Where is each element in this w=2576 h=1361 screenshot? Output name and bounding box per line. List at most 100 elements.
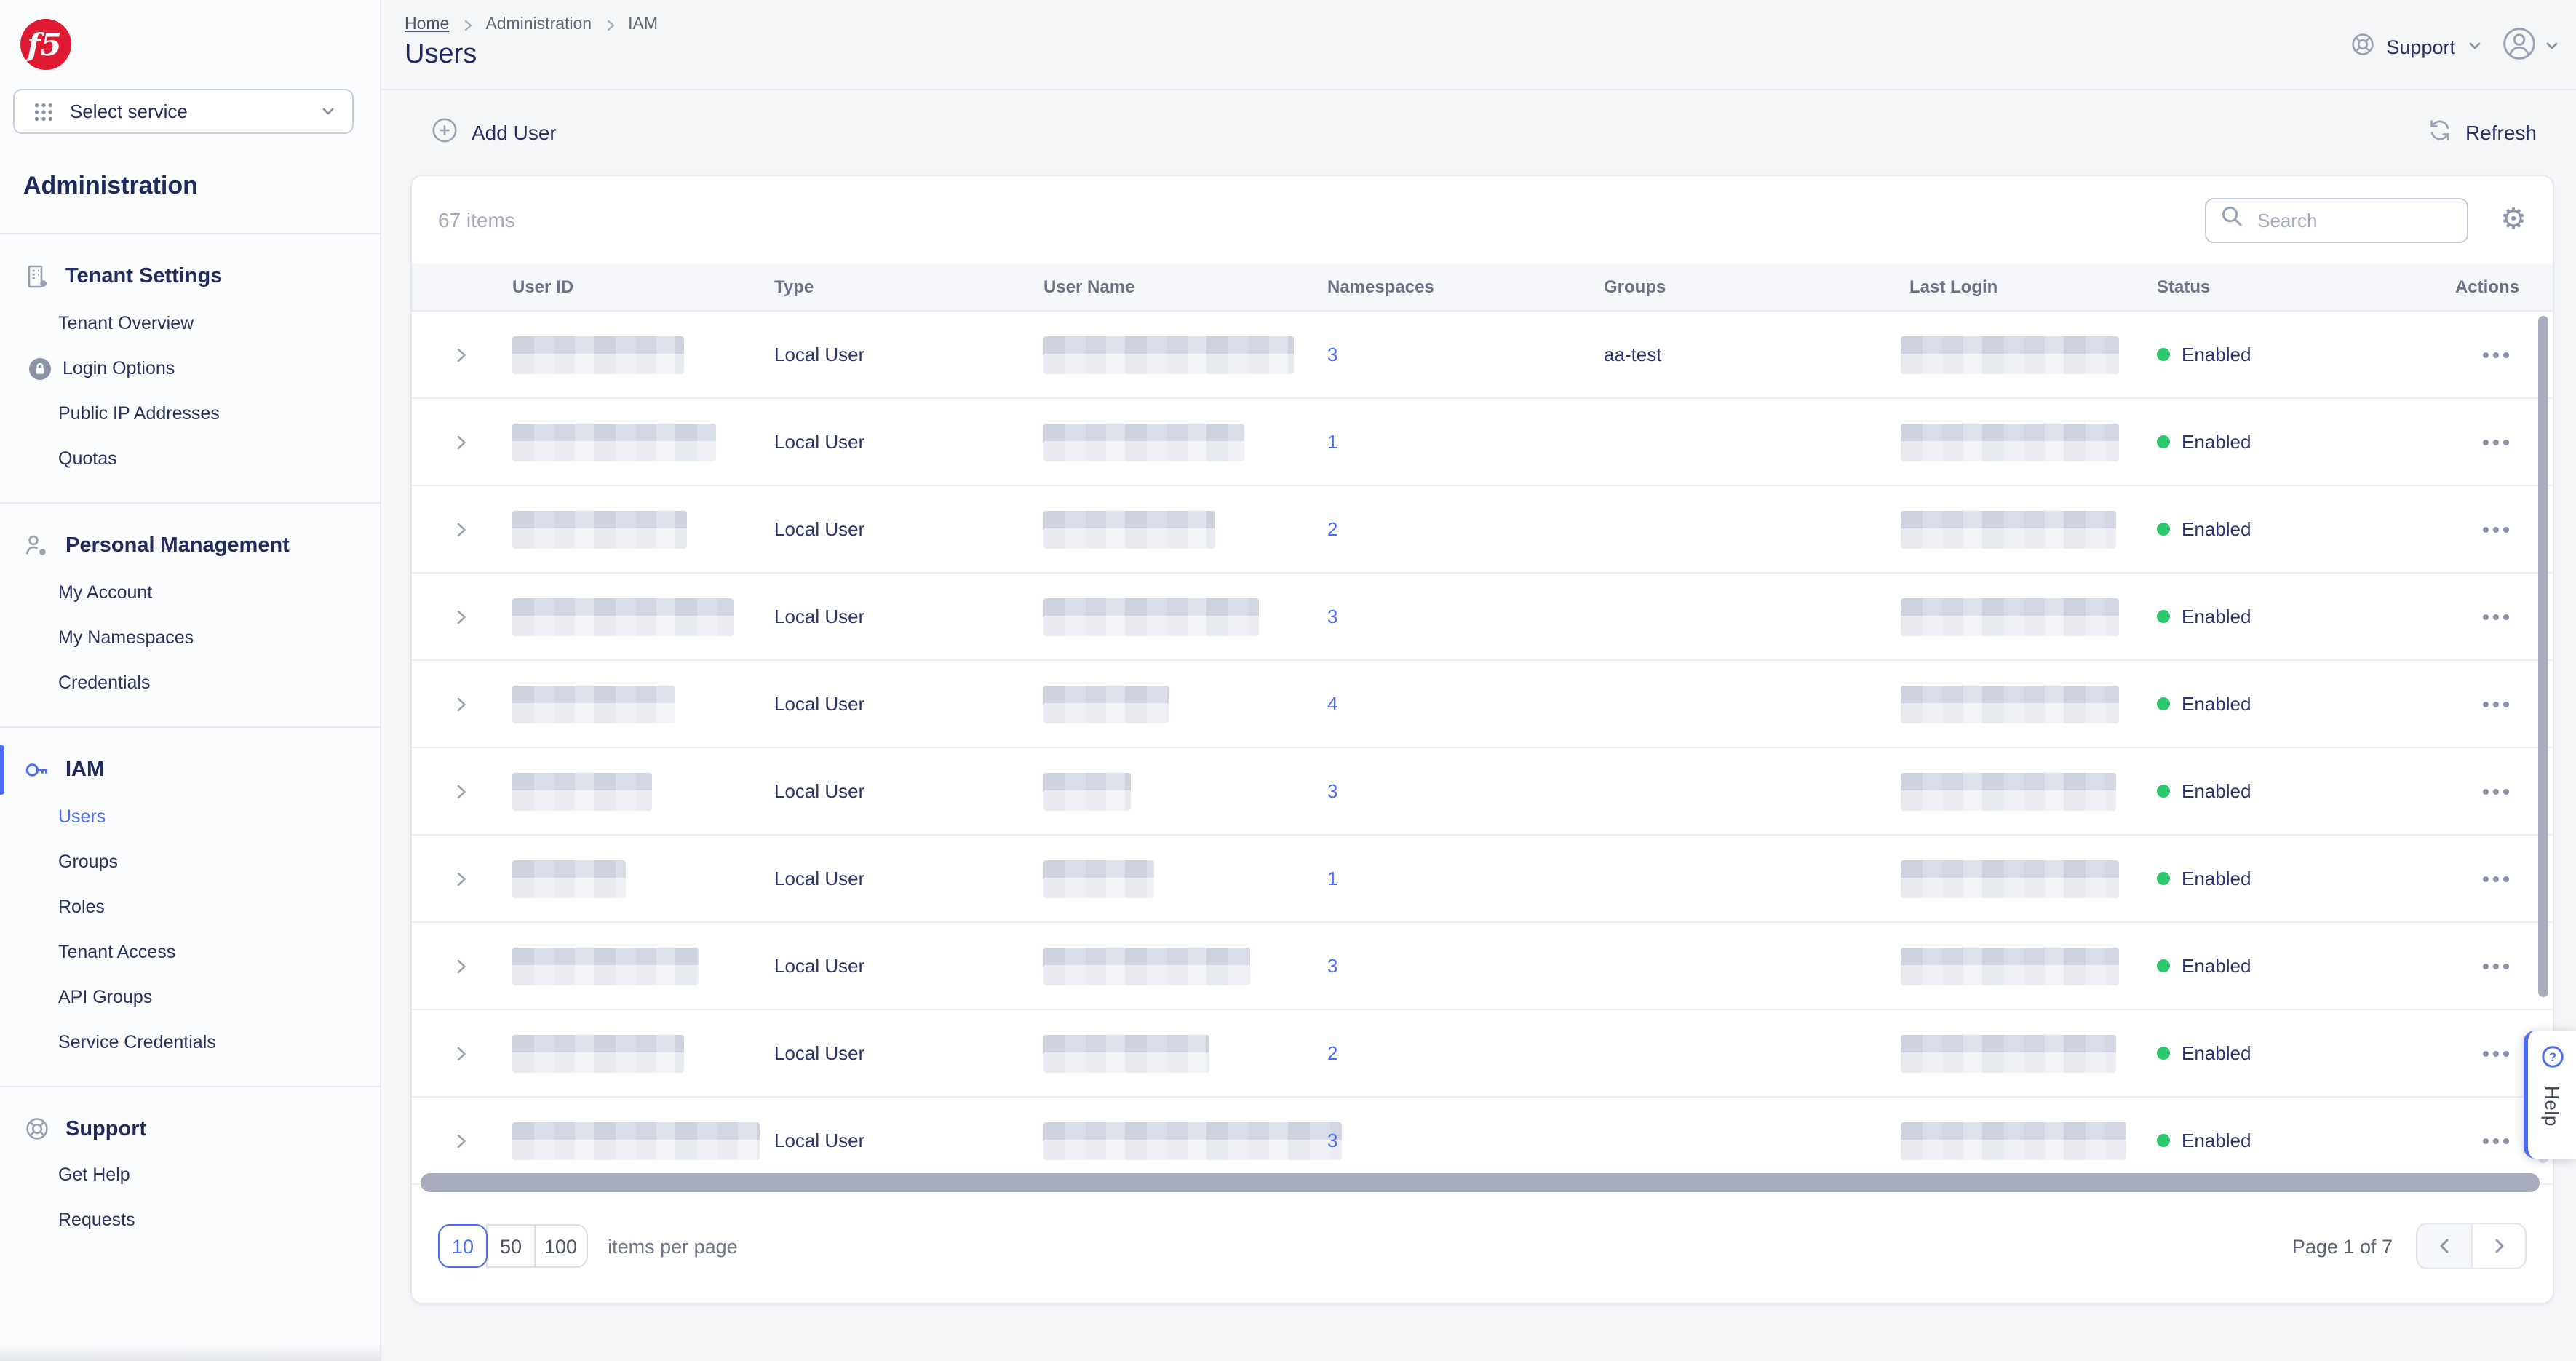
row-actions-button[interactable] — [2388, 526, 2553, 532]
user-id-cell — [489, 598, 751, 635]
sidebar-section-header-tenant-settings[interactable]: Tenant Settings — [0, 252, 380, 301]
horizontal-scrollbar[interactable] — [421, 1173, 2540, 1192]
column-header-last-login[interactable]: Last Login — [1886, 277, 2134, 297]
help-tab[interactable]: ? Help — [2524, 1031, 2576, 1159]
user-name-cell — [1020, 1034, 1304, 1072]
column-header-user-id[interactable]: User ID — [489, 277, 751, 297]
column-header-user-name[interactable]: User Name — [1020, 277, 1304, 297]
row-actions-button[interactable] — [2388, 352, 2553, 357]
row-expander[interactable] — [412, 782, 489, 800]
row-expander[interactable] — [412, 957, 489, 975]
sidebar-item-public-ip-addresses[interactable]: Public IP Addresses — [0, 392, 380, 437]
gear-icon[interactable]: ⚙ — [2500, 205, 2527, 234]
namespaces-link[interactable]: 1 — [1327, 431, 1337, 453]
row-expander[interactable] — [412, 695, 489, 713]
person-gear-icon — [23, 533, 49, 559]
f5-logo[interactable]: f5 — [20, 19, 71, 70]
redacted-last-login — [1901, 860, 2119, 897]
page-header: Home Administration IAM Users Support — [381, 0, 2576, 90]
search-box — [2205, 197, 2469, 242]
redacted-user-name — [1043, 423, 1244, 461]
sidebar-item-quotas[interactable]: Quotas — [0, 437, 380, 482]
namespaces-link[interactable]: 3 — [1327, 344, 1337, 365]
namespaces-link[interactable]: 1 — [1327, 868, 1337, 889]
breadcrumb-item-home[interactable]: Home — [405, 16, 449, 33]
sidebar-item-users[interactable]: Users — [0, 795, 380, 840]
redacted-last-login — [1901, 510, 2116, 548]
section-label: Tenant Settings — [65, 265, 223, 288]
column-header-actions[interactable]: Actions — [2388, 277, 2553, 297]
row-expander[interactable] — [412, 870, 489, 887]
namespaces-link[interactable]: 3 — [1327, 606, 1337, 627]
row-expander[interactable] — [412, 520, 489, 538]
namespaces-cell: 3 — [1304, 344, 1581, 365]
namespaces-cell: 2 — [1304, 518, 1581, 540]
sidebar-item-tenant-overview[interactable]: Tenant Overview — [0, 301, 380, 346]
search-input[interactable] — [2254, 207, 2453, 232]
support-menu[interactable]: Support — [2350, 31, 2483, 63]
sidebar-section-header-personal-management[interactable]: Personal Management — [0, 521, 380, 571]
sidebar-item-requests[interactable]: Requests — [0, 1198, 380, 1243]
sidebar-item-tenant-access[interactable]: Tenant Access — [0, 930, 380, 975]
namespaces-link[interactable]: 3 — [1327, 1130, 1337, 1151]
breadcrumb-item-administration[interactable]: Administration — [485, 16, 592, 33]
sidebar-item-roles[interactable]: Roles — [0, 885, 380, 930]
redacted-user-id — [512, 423, 716, 461]
namespaces-link[interactable]: 4 — [1327, 693, 1337, 715]
namespaces-link[interactable]: 2 — [1327, 518, 1337, 540]
sidebar-section-header-iam[interactable]: IAM — [0, 745, 380, 795]
sidebar-item-service-credentials[interactable]: Service Credentials — [0, 1020, 380, 1066]
last-login-cell — [1886, 685, 2134, 723]
sidebar-item-login-options[interactable]: Login Options — [0, 346, 380, 392]
add-user-button[interactable]: Add User — [432, 117, 557, 146]
sidebar-section-header-support[interactable]: Support — [0, 1105, 380, 1153]
sidebar-item-credentials[interactable]: Credentials — [0, 661, 380, 706]
column-header-namespaces[interactable]: Namespaces — [1304, 277, 1581, 297]
sidebar-item-api-groups[interactable]: API Groups — [0, 975, 380, 1020]
page-size-100[interactable]: 100 — [534, 1224, 588, 1268]
account-menu[interactable] — [2502, 26, 2560, 68]
row-expander[interactable] — [412, 346, 489, 363]
column-header-type[interactable]: Type — [751, 277, 1020, 297]
user-name-cell — [1020, 336, 1304, 373]
row-actions-button[interactable] — [2388, 876, 2553, 881]
f5-logo-icon: f5 — [20, 19, 71, 70]
redacted-user-name — [1043, 860, 1154, 897]
row-actions-button[interactable] — [2388, 439, 2553, 445]
row-actions-button[interactable] — [2388, 788, 2553, 794]
row-actions-button[interactable] — [2388, 701, 2553, 707]
breadcrumb-item-iam[interactable]: IAM — [628, 16, 658, 33]
sidebar-item-label: My Account — [58, 582, 153, 603]
namespaces-link[interactable]: 3 — [1327, 780, 1337, 802]
page-size-50[interactable]: 50 — [486, 1224, 536, 1268]
key-icon — [23, 757, 49, 783]
next-page-button[interactable] — [2471, 1224, 2525, 1268]
row-expander[interactable] — [412, 608, 489, 625]
status-badge: Enabled — [2134, 868, 2388, 889]
column-header-groups[interactable]: Groups — [1581, 277, 1886, 297]
row-expander[interactable] — [412, 1044, 489, 1062]
user-id-cell — [489, 336, 751, 373]
status-badge: Enabled — [2134, 693, 2388, 715]
prev-page-button[interactable] — [2417, 1224, 2471, 1268]
namespaces-link[interactable]: 2 — [1327, 1042, 1337, 1064]
sidebar-item-my-namespaces[interactable]: My Namespaces — [0, 616, 380, 661]
row-expander[interactable] — [412, 433, 489, 451]
column-header-status[interactable]: Status — [2134, 277, 2388, 297]
service-selector[interactable]: Select service — [13, 89, 354, 134]
row-actions-button[interactable] — [2388, 963, 2553, 969]
sidebar-item-my-account[interactable]: My Account — [0, 571, 380, 616]
redacted-user-name — [1043, 1034, 1209, 1072]
status-dot — [2157, 1047, 2170, 1060]
sidebar-item-get-help[interactable]: Get Help — [0, 1153, 380, 1198]
row-expander[interactable] — [412, 1132, 489, 1149]
sidebar-item-groups[interactable]: Groups — [0, 840, 380, 885]
table-row: Local User 1 Enabled — [412, 836, 2553, 923]
user-id-cell — [489, 1034, 751, 1072]
row-actions-button[interactable] — [2388, 614, 2553, 619]
redacted-last-login — [1901, 1034, 2116, 1072]
page-size-10[interactable]: 10 — [438, 1224, 488, 1268]
vertical-scrollbar[interactable] — [2538, 316, 2548, 997]
namespaces-link[interactable]: 3 — [1327, 955, 1337, 977]
refresh-button[interactable]: Refresh — [2428, 117, 2537, 146]
